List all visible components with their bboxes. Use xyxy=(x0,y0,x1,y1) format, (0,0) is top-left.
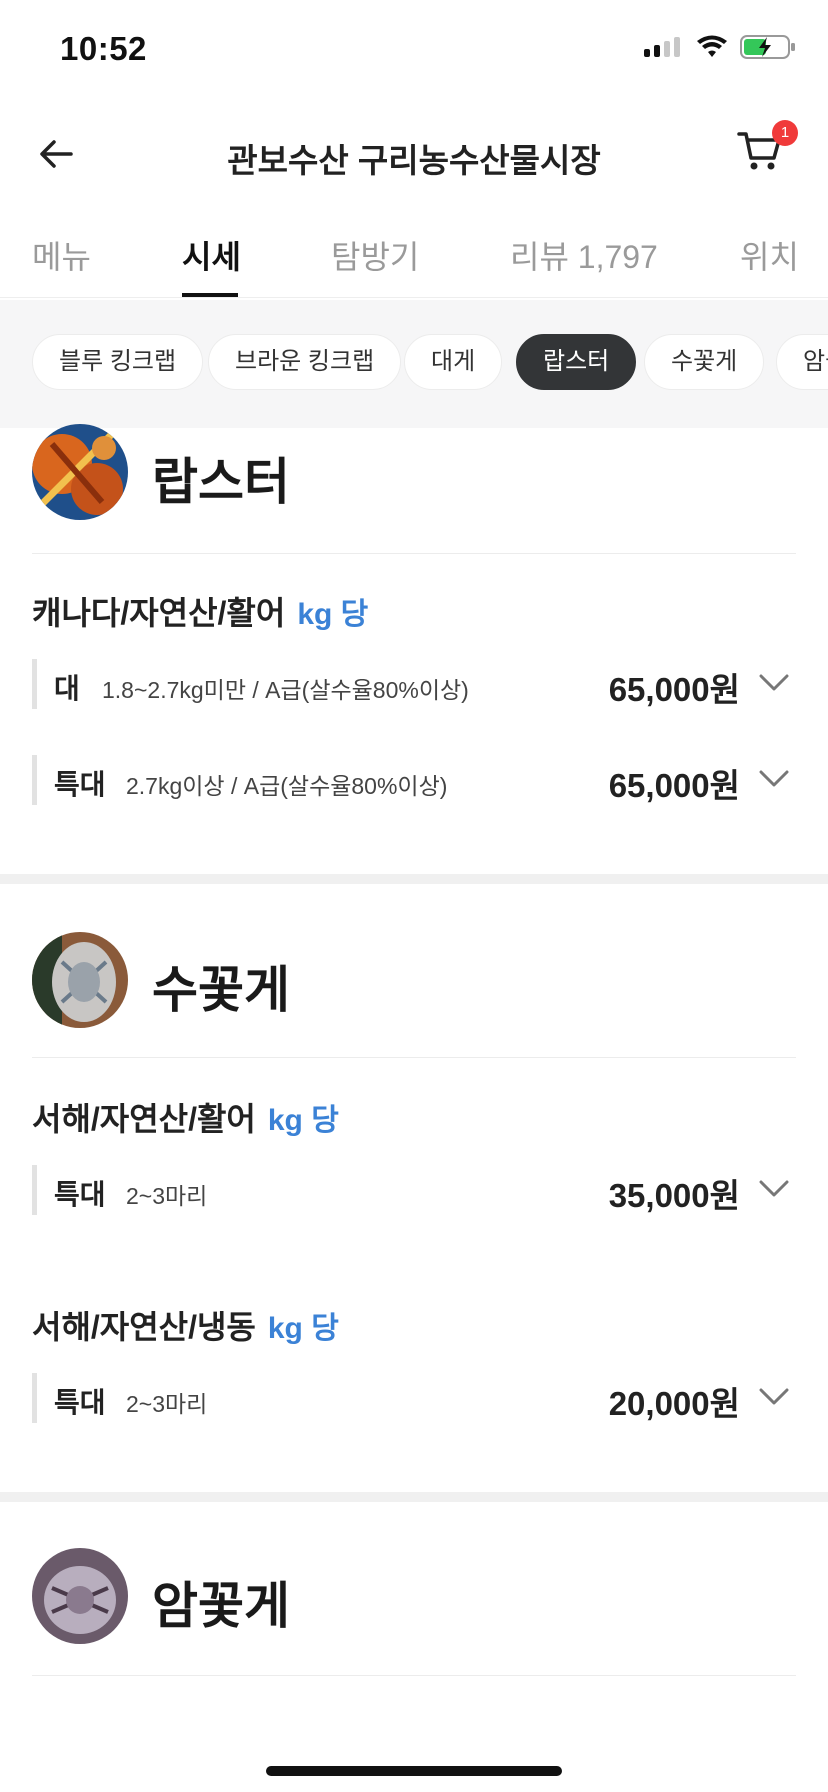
chip-brown-king-crab[interactable]: 브라운 킹크랩 xyxy=(208,334,402,390)
category-chip-row[interactable]: 블루 킹크랩 브라운 킹크랩 대게 랍스터 수꽃게 암꽃게 xyxy=(0,300,828,428)
tab-reviews[interactable]: 리뷰 1,797 xyxy=(510,232,658,278)
section-header: 수꽃게 xyxy=(32,932,796,1058)
status-bar: 10:52 xyxy=(0,0,828,100)
row-grade: 대 xyxy=(54,673,80,704)
row-indicator xyxy=(32,1165,37,1215)
row-price: 65,000원 xyxy=(608,671,740,708)
row-grade: 특대 xyxy=(54,1387,106,1418)
section-header: 랍스터 xyxy=(32,424,796,554)
page-title: 관보수산 구리농수산물시장 xyxy=(227,142,601,179)
section-divider xyxy=(0,1492,828,1502)
section-male-crab: 수꽃게 서해/자연산/활어 kg 당 특대 2~3마리 35,000원 서해/자연… xyxy=(0,884,828,1492)
group-unit: kg 당 xyxy=(267,1312,339,1345)
price-row[interactable]: 특대 2~3마리 35,000원 xyxy=(32,1165,796,1215)
tab-visit-log[interactable]: 탐방기 xyxy=(331,232,419,278)
chip-lobster[interactable]: 랍스터 xyxy=(516,334,637,390)
section-divider xyxy=(0,874,828,884)
price-row[interactable]: 대 1.8~2.7kg미만 / A급(살수율80%이상) 65,000원 xyxy=(32,659,796,709)
chip-male-crab[interactable]: 수꽃게 xyxy=(644,334,765,390)
chip-blue-king-crab[interactable]: 블루 킹크랩 xyxy=(32,334,204,390)
tab-menu[interactable]: 메뉴 xyxy=(32,232,91,278)
status-time: 10:52 xyxy=(60,30,147,67)
section-female-crab: 암꽃게 xyxy=(0,1502,828,1762)
row-desc: 2~3마리 xyxy=(126,1183,208,1209)
crab-photo-icon xyxy=(32,932,128,1028)
row-desc: 1.8~2.7kg미만 / A급(살수율80%이상) xyxy=(102,677,469,703)
price-row[interactable]: 특대 2.7kg이상 / A급(살수율80%이상) 65,000원 xyxy=(32,755,796,805)
row-desc: 2~3마리 xyxy=(126,1391,208,1417)
row-price: 20,000원 xyxy=(608,1385,740,1422)
chip-female-crab[interactable]: 암꽃게 xyxy=(776,334,828,390)
chevron-down-icon[interactable] xyxy=(758,1383,790,1411)
group-unit: kg 당 xyxy=(267,1104,339,1137)
chevron-down-icon[interactable] xyxy=(758,669,790,697)
row-indicator xyxy=(32,1373,37,1423)
avatar xyxy=(32,424,128,520)
group-unit: kg 당 xyxy=(297,598,369,631)
row-price: 65,000원 xyxy=(608,767,740,804)
signal-icon xyxy=(644,37,680,57)
price-row[interactable]: 특대 2~3마리 20,000원 xyxy=(32,1373,796,1423)
battery-charging-icon xyxy=(740,35,795,59)
section-title: 수꽃게 xyxy=(152,962,290,1018)
chevron-down-icon[interactable] xyxy=(758,1175,790,1203)
row-price: 35,000원 xyxy=(608,1177,740,1214)
home-indicator xyxy=(266,1766,562,1776)
tab-price[interactable]: 시세 xyxy=(182,232,241,278)
section-title: 랍스터 xyxy=(152,454,290,510)
group-origin: 서해/자연산/냉동 xyxy=(32,1309,256,1345)
avatar xyxy=(32,1548,128,1644)
row-indicator xyxy=(32,659,37,709)
tab-bar: 메뉴 시세 탐방기 리뷰 1,797 위치 xyxy=(0,222,828,298)
active-tab-indicator xyxy=(182,293,238,297)
nav-bar: 관보수산 구리농수산물시장 1 xyxy=(0,110,828,194)
cart-count-badge: 1 xyxy=(772,120,798,146)
wifi-icon xyxy=(697,35,727,57)
section-title: 암꽃게 xyxy=(152,1578,290,1634)
crab-photo-icon xyxy=(32,1548,128,1644)
row-indicator xyxy=(32,755,37,805)
section-header: 암꽃게 xyxy=(32,1548,796,1676)
row-grade: 특대 xyxy=(54,1179,106,1210)
row-desc: 2.7kg이상 / A급(살수율80%이상) xyxy=(126,773,448,799)
tab-location[interactable]: 위치 xyxy=(740,232,799,278)
chevron-down-icon[interactable] xyxy=(758,765,790,793)
group-title: 캐나다/자연산/활어 kg 당 xyxy=(32,588,368,634)
group-origin: 캐나다/자연산/활어 xyxy=(32,595,286,631)
row-grade: 특대 xyxy=(54,769,106,800)
group-title: 서해/자연산/냉동 kg 당 xyxy=(32,1302,339,1348)
group-title: 서해/자연산/활어 kg 당 xyxy=(32,1094,339,1140)
lobster-photo-icon xyxy=(32,424,128,520)
chip-snow-crab[interactable]: 대게 xyxy=(404,334,503,390)
cart-button[interactable]: 1 xyxy=(736,120,798,182)
group-origin: 서해/자연산/활어 xyxy=(32,1101,256,1137)
status-icons xyxy=(644,34,796,60)
avatar xyxy=(32,932,128,1028)
section-lobster: 랍스터 캐나다/자연산/활어 kg 당 대 1.8~2.7kg미만 / A급(살수… xyxy=(0,424,828,874)
